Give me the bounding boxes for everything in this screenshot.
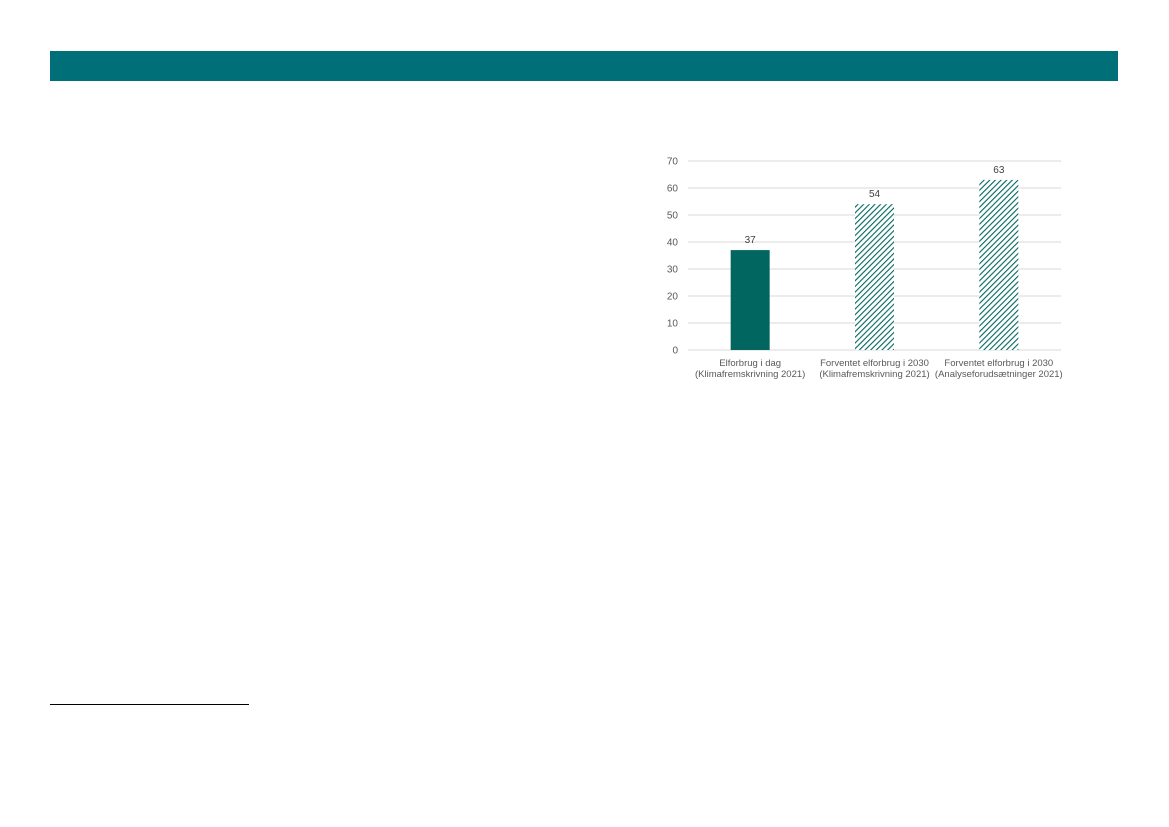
x-tick-label: Elforbrug i dag bbox=[719, 358, 781, 369]
footnote-separator bbox=[50, 704, 249, 705]
x-tick-label: (Klimafremskrivning 2021) bbox=[819, 369, 929, 380]
bar bbox=[979, 179, 1019, 350]
bar-chart: 0 10 20 30 40 50 60 70 37 54 63 Elforbrug i dag (K… bbox=[640, 150, 1070, 400]
bar bbox=[730, 250, 770, 350]
x-tick-label: (Analyseforudsætninger 2021) bbox=[935, 369, 1063, 380]
data-label: 37 bbox=[745, 235, 757, 246]
y-tick-label: 30 bbox=[667, 265, 679, 276]
y-tick-label: 0 bbox=[672, 346, 678, 357]
y-tick-label: 50 bbox=[667, 211, 679, 222]
x-tick-label: (Klimafremskrivning 2021) bbox=[695, 369, 805, 380]
y-tick-label: 60 bbox=[667, 184, 679, 195]
bar bbox=[855, 204, 894, 350]
x-axis-ticks: Elforbrug i dag(Klimafremskrivning 2021)… bbox=[695, 358, 1063, 380]
y-tick-label: 10 bbox=[667, 319, 679, 330]
data-label: 54 bbox=[869, 189, 881, 200]
y-tick-label: 20 bbox=[667, 292, 679, 303]
y-axis-ticks: 0 10 20 30 40 50 60 70 bbox=[667, 157, 679, 357]
x-tick-label: Forventet elforbrug i 2030 bbox=[820, 358, 929, 369]
page: 0 10 20 30 40 50 60 70 37 54 63 Elforbrug i dag (K… bbox=[0, 0, 1169, 827]
data-label: 63 bbox=[993, 165, 1005, 176]
header-bar bbox=[50, 51, 1118, 81]
bars bbox=[730, 179, 1019, 350]
x-tick-label: Forventet elforbrug i 2030 bbox=[944, 358, 1053, 369]
y-tick-label: 40 bbox=[667, 238, 679, 249]
chart-svg: 010203040506070 375463 Elforbrug i dag(K… bbox=[667, 157, 1063, 381]
y-tick-label: 70 bbox=[667, 157, 679, 168]
